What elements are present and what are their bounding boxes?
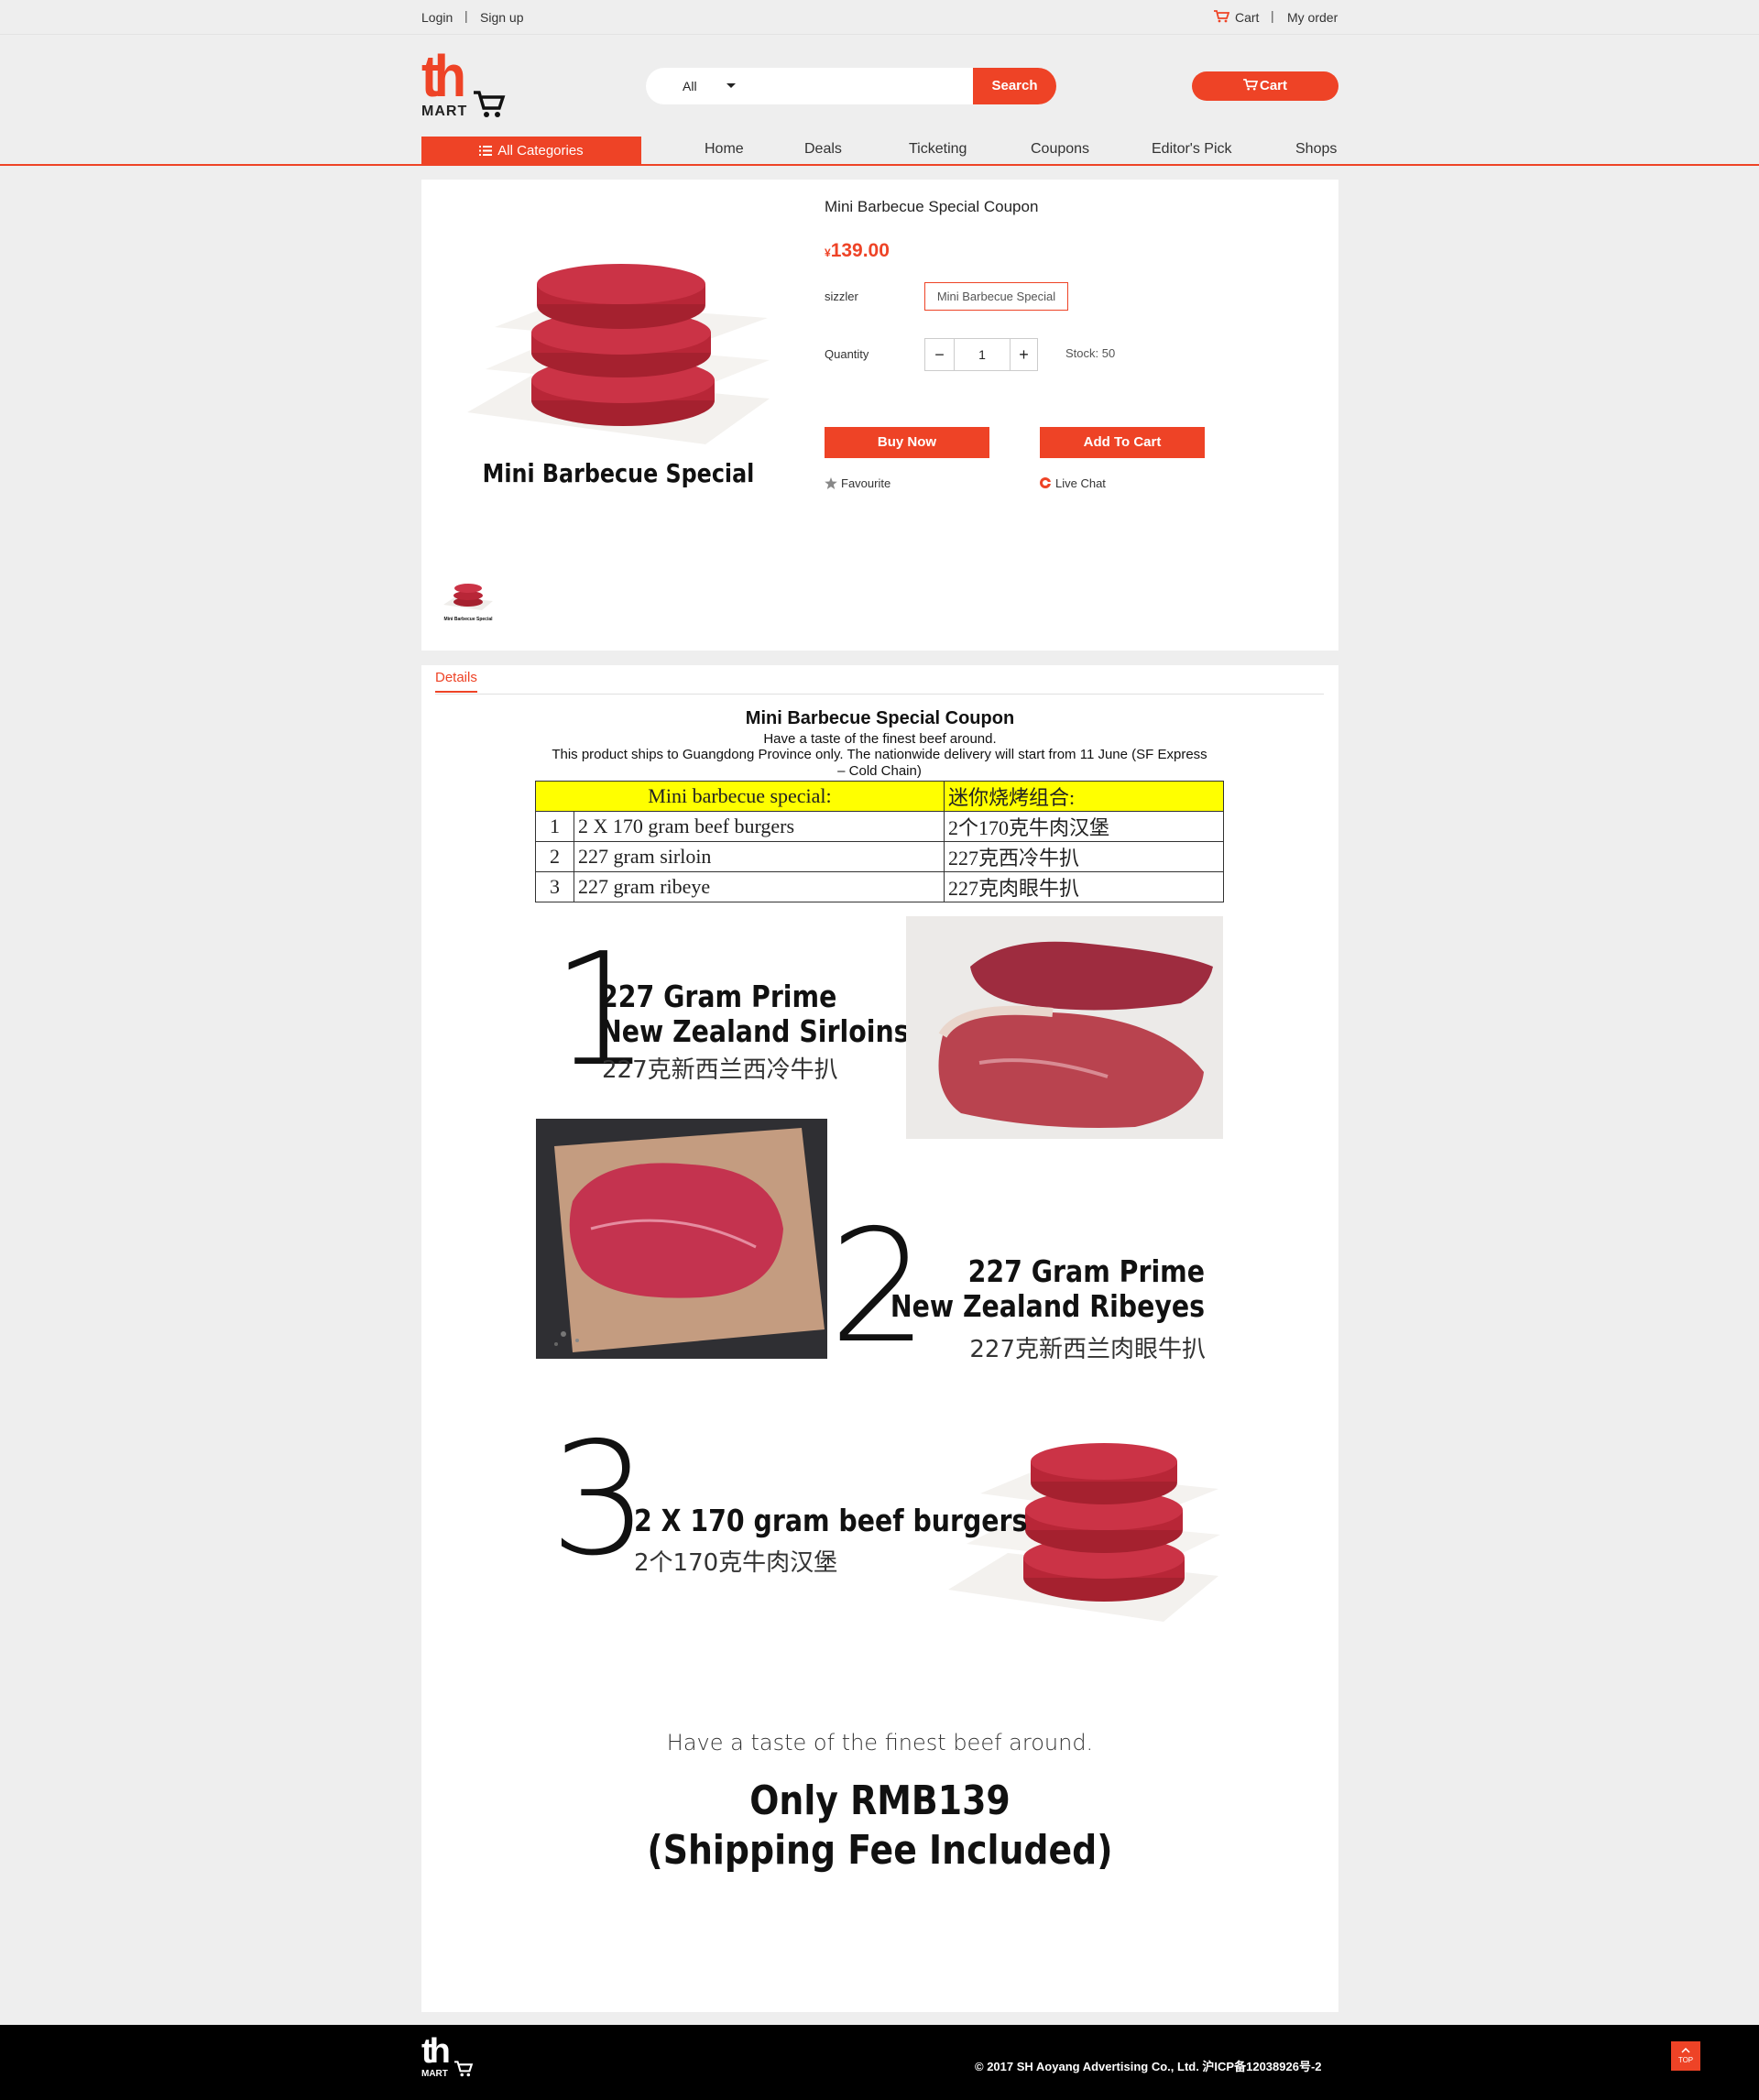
ribeye-image — [536, 1119, 827, 1359]
cart-button-label: Cart — [1259, 78, 1287, 93]
table-cell-cn: 227克肉眼牛扒 — [943, 871, 1225, 902]
shipping-note: This product ships to Guangdong Province… — [552, 747, 1207, 779]
table-cell-cn: 227克西冷牛扒 — [943, 841, 1225, 872]
item3-cn: 2个170克牛肉汉堡 — [634, 1549, 838, 1577]
offer-line1: Only RMB139 — [749, 1777, 1011, 1824]
live-chat-button[interactable]: Live Chat — [1039, 476, 1106, 490]
variant-option[interactable]: Mini Barbecue Special — [924, 282, 1068, 311]
item3-line1: 2 X 170 gram beef burgers — [634, 1503, 1028, 1538]
quantity-label: Quantity — [825, 347, 869, 361]
add-to-cart-button[interactable]: Add To Cart — [1040, 427, 1205, 458]
top-separator: | — [1271, 8, 1274, 23]
thumbnail-caption: Mini Barbecue Special — [443, 617, 493, 622]
table-cell-num: 2 — [535, 841, 574, 872]
search-category-select[interactable]: All — [683, 79, 697, 93]
search-button[interactable]: Search — [973, 68, 1056, 104]
top-separator: | — [464, 8, 468, 23]
header-cart-button[interactable]: Cart — [1192, 71, 1338, 101]
nav-divider — [0, 164, 1759, 166]
nav-coupons[interactable]: Coupons — [1031, 141, 1089, 158]
signup-link[interactable]: Sign up — [480, 10, 523, 25]
item2-line2: New Zealand Ribeyes — [890, 1288, 1205, 1324]
stock-count: Stock: 50 — [1065, 346, 1116, 360]
table-cell-cn: 2个170克牛肉汉堡 — [943, 811, 1225, 842]
quantity-input[interactable]: 1 — [955, 339, 1010, 370]
item2-line1: 227 Gram Prime — [967, 1253, 1205, 1289]
my-order-link[interactable]: My order — [1287, 10, 1338, 25]
buy-now-button[interactable]: Buy Now — [825, 427, 989, 458]
favourite-button[interactable]: Favourite — [825, 476, 890, 490]
footer-logo-th: th — [421, 2032, 451, 2071]
nav-home[interactable]: Home — [705, 141, 744, 158]
item1-line1: 227 Gram Prime — [600, 979, 837, 1014]
bottom-tagline: Have a taste of the finest beef around. — [666, 1730, 1094, 1755]
nav-ticketing[interactable]: Ticketing — [909, 141, 967, 158]
logo-cart-icon — [473, 89, 506, 125]
all-categories-button[interactable]: All Categories — [421, 137, 641, 165]
table-header-en: Mini barbecue special: — [535, 781, 945, 812]
nav-shops[interactable]: Shops — [1295, 141, 1337, 158]
quantity-increment-button[interactable]: + — [1010, 339, 1037, 370]
footer-logo-mart: MART — [421, 2069, 448, 2079]
top-bar — [0, 0, 1759, 35]
price-value: 139.00 — [830, 240, 890, 261]
table-header-row: Mini barbecue special: 迷你烧烤组合: — [535, 781, 1225, 812]
chevron-up-icon — [1681, 2047, 1690, 2053]
table-cell-en: 2 X 170 gram beef burgers — [574, 811, 945, 842]
details-subtitle: Have a taste of the finest beef around. — [763, 731, 997, 747]
product-title: Mini Barbecue Special Coupon — [825, 198, 1039, 215]
star-icon — [825, 477, 837, 489]
item2-cn: 227克新西兰肉眼牛扒 — [969, 1336, 1206, 1363]
list-icon — [479, 137, 493, 166]
site-logo[interactable]: th MART — [421, 43, 509, 125]
login-link[interactable]: Login — [421, 10, 453, 25]
tab-details[interactable]: Details — [435, 670, 477, 693]
nav-deals[interactable]: Deals — [804, 141, 842, 158]
quantity-decrement-button[interactable]: − — [925, 339, 955, 370]
combo-table: Mini barbecue special: 迷你烧烤组合: 1 2 X 170… — [535, 781, 1225, 902]
cart-icon — [1243, 79, 1259, 91]
chat-icon — [1040, 477, 1052, 488]
details-title: Mini Barbecue Special Coupon — [745, 708, 1015, 728]
live-chat-label: Live Chat — [1055, 476, 1106, 490]
table-row: 3 227 gram ribeye 227克肉眼牛扒 — [535, 871, 1225, 902]
product-main-image[interactable] — [458, 261, 779, 454]
product-image-caption: Mini Barbecue Special — [482, 458, 755, 488]
chevron-down-icon[interactable] — [727, 83, 736, 88]
table-cell-en: 227 gram ribeye — [574, 871, 945, 902]
copyright: © 2017 SH Aoyang Advertising Co., Ltd. 沪… — [975, 2060, 1322, 2073]
table-header-cn: 迷你烧烤组合: — [943, 781, 1225, 812]
variant-label: sizzler — [825, 290, 858, 303]
table-cell-num: 1 — [535, 811, 574, 842]
search-input[interactable] — [756, 73, 939, 99]
currency-symbol: ¥ — [825, 246, 831, 259]
item1-cn: 227克新西兰西冷牛扒 — [602, 1056, 838, 1084]
table-row: 1 2 X 170 gram beef burgers 2个170克牛肉汉堡 — [535, 811, 1225, 842]
table-row: 2 227 gram sirloin 227克西冷牛扒 — [535, 841, 1225, 872]
quantity-stepper: − 1 + — [924, 338, 1038, 371]
table-cell-num: 3 — [535, 871, 574, 902]
tab-divider — [435, 694, 1324, 695]
footer — [0, 2025, 1759, 2100]
all-categories-label: All Categories — [497, 143, 584, 159]
sirloin-image — [906, 916, 1223, 1139]
table-cell-en: 227 gram sirloin — [574, 841, 945, 872]
top-cart-link[interactable]: Cart — [1235, 10, 1259, 25]
product-thumbnail[interactable]: Mini Barbecue Special — [442, 577, 495, 625]
footer-cart-icon — [453, 2060, 474, 2083]
nav-editors-pick[interactable]: Editor's Pick — [1152, 141, 1232, 158]
product-price: ¥139.00 — [825, 240, 890, 262]
cart-icon — [1214, 10, 1230, 27]
item1-line2: New Zealand Sirloins — [600, 1013, 910, 1049]
logo-th: th — [421, 43, 466, 109]
back-to-top-button[interactable]: TOP — [1671, 2041, 1700, 2071]
back-to-top-label: TOP — [1677, 2056, 1694, 2064]
logo-mart: MART — [421, 104, 468, 119]
favourite-label: Favourite — [841, 476, 891, 490]
footer-logo[interactable]: th MART — [421, 2032, 476, 2084]
offer-line2: (Shipping Fee Included) — [647, 1827, 1113, 1874]
